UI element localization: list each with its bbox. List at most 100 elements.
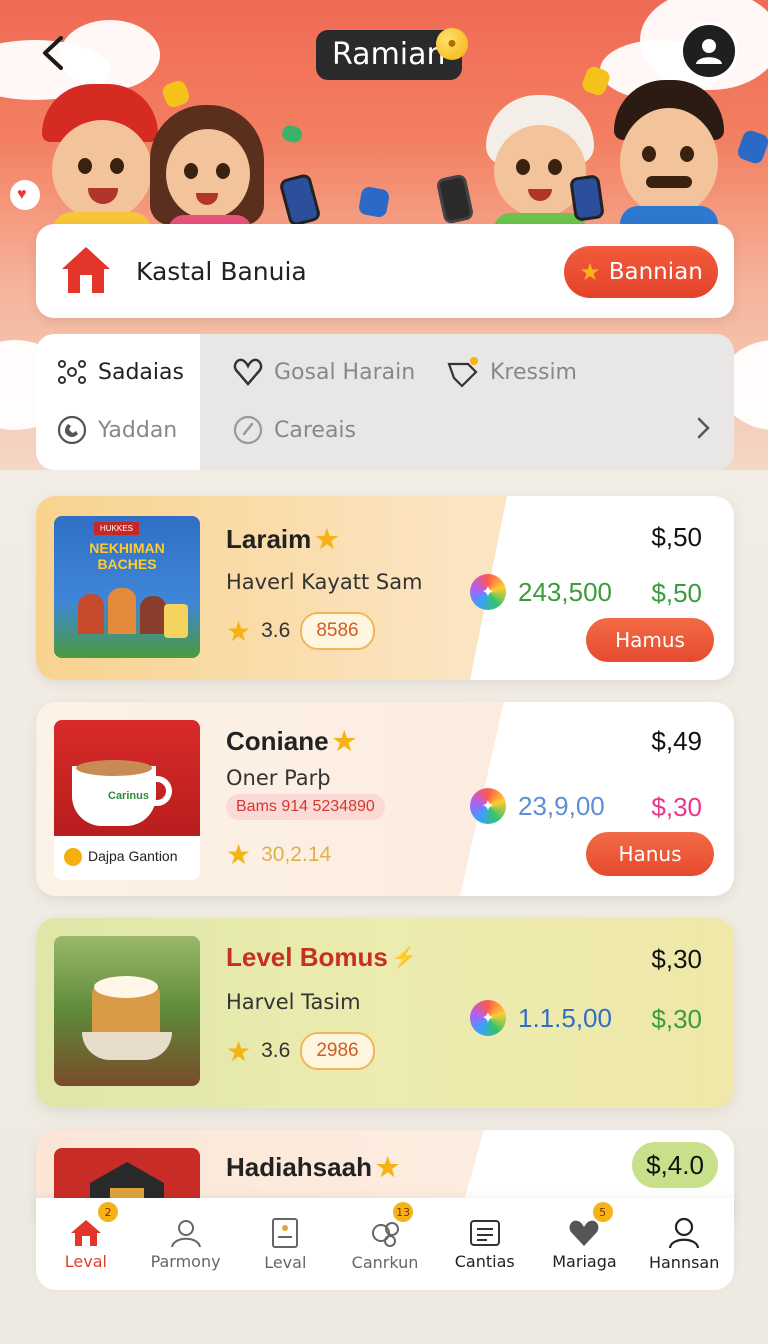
offer-rating-value: 30,2.14 [261, 842, 332, 866]
category-yaddan[interactable]: Yaddan [56, 414, 177, 446]
nav-item-hannsan[interactable]: Hannsan [634, 1198, 734, 1290]
offer-price: $,30 [651, 944, 702, 974]
chevron-left-icon [43, 36, 63, 70]
nav-label: Parmony [150, 1251, 221, 1271]
nav-label: Cantias [454, 1251, 515, 1271]
phone-icon [435, 173, 475, 225]
bannian-button-label: Bannian [608, 259, 703, 285]
star-icon: ★ [579, 258, 601, 286]
offer-card[interactable]: Carinus Dajpa Gantion Coniane ★ Oner Par… [36, 702, 734, 896]
offer-thumbnail: Carinus Dajpa Gantion [54, 720, 200, 880]
category-sadaias[interactable]: Sadaias [56, 356, 184, 388]
thumbnail-label: HUKKES [94, 522, 139, 535]
heart-icon [233, 358, 263, 386]
star-icon: ★ [332, 726, 356, 756]
offer-title: Laraim ★ [226, 524, 339, 555]
hamus-button[interactable]: Hamus [586, 618, 714, 662]
offer-tag: 2986 [300, 1032, 375, 1070]
offer-mid-price: $,30 [651, 792, 702, 822]
offer-title-text: Coniane [226, 726, 329, 756]
offer-rating-row: ★ 3.6 8586 [226, 612, 375, 650]
offer-mid-value: 243,500 [518, 576, 612, 607]
offer-title: Hadiahsaah ★ [226, 1152, 399, 1183]
app-icon [735, 128, 768, 166]
nav-item-parmony[interactable]: Parmony [136, 1198, 236, 1290]
compass-icon [233, 415, 263, 445]
thumbnail-caption: Dajpa Gantion [88, 848, 178, 864]
category-gosal-harain[interactable]: Gosal Harain [232, 356, 415, 388]
home-card: Kastal Banuia ★ Bannian [36, 224, 734, 318]
home-icon [70, 1219, 101, 1246]
offer-mid-row: ✦ 23,9,00 [470, 788, 605, 824]
category-label: Sadaias [98, 359, 184, 385]
thumbnail-text: NEKHIMAN BACHES [89, 540, 165, 572]
offer-card[interactable]: Level Bomus ⚡ Harvel Tasim ★ 3.6 2986 $,… [36, 918, 734, 1108]
nav-label: Leval [264, 1252, 307, 1272]
phone-icon [569, 174, 605, 222]
nav-badge: 5 [592, 1202, 613, 1222]
network-icon [58, 360, 86, 384]
star-icon: ★ [226, 1035, 252, 1067]
offer-rating-row: ★ 3.6 2986 [226, 1032, 375, 1070]
reward-icon: ✦ [470, 788, 506, 824]
category-kressim[interactable]: Kressim [446, 356, 577, 388]
category-active-background [36, 334, 200, 470]
star-icon: ★ [226, 615, 252, 647]
offer-price: $,4.0 [632, 1142, 718, 1188]
offer-mid-row: ✦ 1.1.5,00 [470, 1000, 612, 1036]
offer-title-text: Level Bomus [226, 942, 388, 972]
coin-icon: ● [436, 28, 468, 60]
home-card-title: Kastal Banuia [136, 256, 307, 286]
heart-icon [570, 1220, 599, 1246]
offer-title-text: Hadiahsaah [226, 1152, 372, 1182]
bottom-navigation: 2 Leval Parmony Leval 13 Canrkun Cantias [36, 1198, 734, 1290]
coin-icon [64, 848, 82, 866]
nav-badge: 13 [393, 1202, 414, 1222]
character-girl [150, 105, 270, 233]
category-label: Kressim [490, 359, 577, 385]
star-icon: ★ [375, 1152, 400, 1182]
reward-icon: ✦ [470, 574, 506, 610]
category-label: Yaddan [98, 417, 178, 443]
offer-subtitle: Harvel Tasim [226, 990, 361, 1014]
offer-card[interactable]: HUKKES NEKHIMAN BACHES Laraim ★ Haverl K… [36, 496, 734, 680]
cash-icon [280, 123, 304, 145]
heart-badge-icon: ♥ [10, 180, 40, 210]
phone-icon [57, 415, 87, 445]
document-icon [272, 1217, 299, 1248]
offer-mid-price: $,50 [651, 578, 702, 608]
star-icon: ★ [226, 839, 252, 870]
nav-item-canrkun[interactable]: 13 Canrkun [335, 1198, 435, 1290]
list-icon [469, 1219, 500, 1246]
person-icon [669, 1217, 700, 1248]
home-icon [62, 247, 110, 293]
offer-mid-price: $,30 [651, 1004, 702, 1034]
offer-tag: 8586 [300, 612, 375, 650]
offer-thumbnail: HUKKES NEKHIMAN BACHES [54, 516, 200, 658]
category-label: Gosal Harain [274, 359, 416, 385]
thumbnail-brand: Carinus [108, 790, 149, 802]
nav-item-leval[interactable]: 2 Leval [36, 1198, 136, 1290]
nav-label: Leval [64, 1251, 107, 1271]
back-button[interactable] [30, 30, 76, 76]
chevron-right-icon[interactable] [696, 416, 712, 440]
nav-item-leval-document[interactable]: Leval [235, 1198, 335, 1290]
nav-item-cantias[interactable]: Cantias [435, 1198, 535, 1290]
tag-icon [447, 357, 478, 388]
nav-badge: 2 [98, 1202, 118, 1222]
nav-label: Hannsan [648, 1252, 720, 1272]
hanus-button[interactable]: Hanus [586, 832, 714, 876]
nav-item-mariaga[interactable]: 5 Mariaga [535, 1198, 635, 1290]
category-label: Careais [274, 417, 356, 443]
offer-rating-row: ★ 30,2.14 [226, 838, 331, 871]
offer-price: $,50 [651, 522, 702, 552]
category-panel: Sadaias Gosal Harain Kressim Yaddan Care… [36, 334, 734, 470]
reward-icon: ✦ [470, 1000, 506, 1036]
bannian-button[interactable]: ★ Bannian [564, 246, 718, 298]
category-careais[interactable]: Careais [232, 414, 356, 446]
gear-icon [372, 1221, 400, 1247]
character-boy-cap [36, 80, 166, 232]
star-icon: ★ [315, 524, 339, 554]
offer-rating: 3.6 [261, 1039, 291, 1062]
profile-button[interactable] [680, 22, 738, 80]
